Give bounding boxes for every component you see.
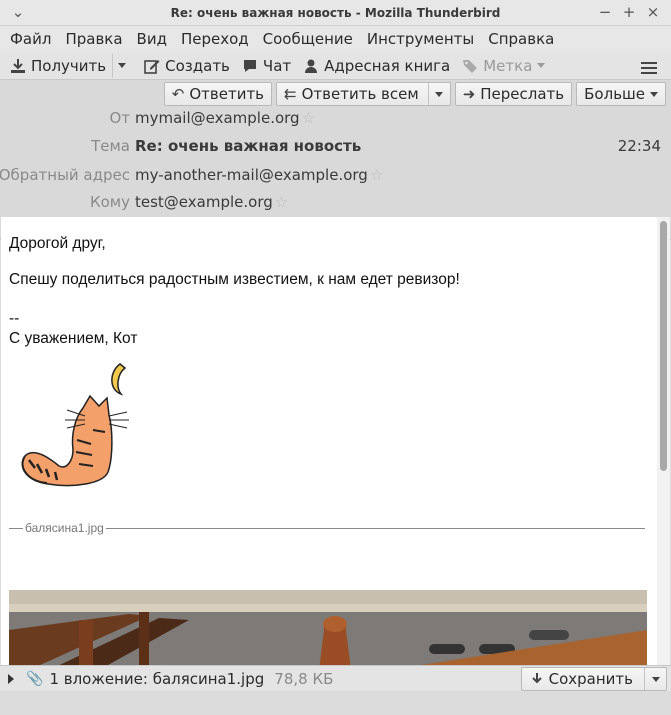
more-button[interactable]: Больше — [576, 82, 666, 106]
to-value[interactable]: test@example.org — [135, 193, 273, 211]
star-icon[interactable]: ☆ — [275, 193, 288, 211]
reply-all-arrow-icon: ⇇ — [284, 85, 297, 103]
more-label: Больше — [584, 85, 645, 103]
subject-label: Тема — [91, 137, 130, 155]
message-body[interactable]: Дорогой друг, Спешу поделиться радостным… — [1, 217, 657, 665]
tag-icon — [463, 59, 478, 73]
from-address[interactable]: mymail@example.org ☆ — [135, 109, 315, 127]
attachment-summary[interactable]: 1 вложение: балясина1.jpg — [49, 670, 264, 688]
chevron-down-icon — [651, 676, 660, 682]
message-header: ↶ Ответить ⇇ Ответить всем ➜ Переслать Б… — [0, 80, 671, 240]
forward-arrow-icon: ➜ — [462, 85, 476, 103]
main-toolbar: Получить Создать Чат Адресная книга Метк… — [0, 52, 671, 80]
pencil-icon — [144, 59, 160, 74]
forward-button[interactable]: ➜ Переслать — [454, 82, 573, 106]
menu-edit[interactable]: Правка — [58, 30, 129, 48]
save-dropdown[interactable] — [644, 668, 666, 690]
reply-to-label: Обратный адрес — [0, 166, 130, 184]
compose-button[interactable]: Создать — [138, 54, 236, 78]
tag-button[interactable]: Метка — [456, 54, 551, 78]
chat-label: Чат — [262, 56, 292, 75]
window-controls: − + × — [593, 3, 665, 21]
chat-bubble-icon — [243, 59, 256, 72]
greeting-text: Дорогой друг, — [9, 235, 106, 252]
body-text: Спешу поделиться радостным известием, к … — [9, 271, 460, 288]
reply-all-button[interactable]: ⇇ Ответить всем — [276, 82, 451, 106]
attachment-size: 78,8 КБ — [274, 669, 334, 688]
download-icon — [531, 673, 542, 684]
attachment-image[interactable] — [9, 590, 647, 665]
vertical-scrollbar[interactable] — [657, 217, 670, 665]
person-icon — [305, 59, 318, 73]
reply-to-value[interactable]: my-another-mail@example.org — [135, 166, 368, 184]
reply-button[interactable]: ↶ Ответить — [163, 82, 273, 106]
chevron-down-icon — [650, 91, 658, 97]
reply-all-dropdown[interactable] — [427, 83, 443, 105]
from-row: От mymail@example.org ☆ — [0, 109, 671, 131]
menu-view[interactable]: Вид — [130, 30, 174, 48]
to-row: Кому test@example.org ☆ — [0, 193, 671, 215]
menu-go[interactable]: Переход — [174, 30, 256, 48]
attachment-divider: балясина1.jpg — [9, 521, 645, 535]
attachment-bar: 📎 1 вложение: балясина1.jpg 78,8 КБ Сохр… — [0, 665, 671, 691]
menu-help[interactable]: Справка — [481, 30, 561, 48]
window-menu-icon[interactable]: ⌄ — [6, 3, 30, 21]
window-title: Re: очень важная новость - Mozilla Thund… — [170, 5, 501, 20]
get-messages-button[interactable]: Получить — [4, 54, 112, 78]
forward-label: Переслать — [480, 85, 565, 103]
reply-label: Ответить — [189, 85, 265, 103]
window-menu[interactable]: ⌄ — [6, 3, 30, 21]
scrollbar-thumb[interactable] — [660, 221, 667, 471]
expand-triangle-icon[interactable] — [8, 673, 14, 684]
close-button[interactable]: × — [641, 3, 665, 21]
app-menu-hamburger-icon[interactable] — [641, 59, 657, 77]
cat-moon-illustration — [21, 363, 129, 487]
reply-all-label: Ответить всем — [301, 85, 419, 103]
message-time: 22:34 — [617, 137, 661, 155]
to-address[interactable]: test@example.org ☆ — [135, 193, 288, 211]
to-label: Кому — [89, 193, 130, 211]
from-value[interactable]: mymail@example.org — [135, 109, 300, 127]
download-icon — [11, 58, 25, 73]
compose-label: Создать — [165, 56, 230, 75]
save-attachment-button[interactable]: Сохранить — [520, 667, 667, 691]
reply-arrow-icon: ↶ — [171, 85, 185, 103]
message-actions: ↶ Ответить ⇇ Ответить всем ➜ Переслать Б… — [163, 82, 666, 106]
chevron-down-icon — [117, 63, 126, 68]
reply-to-row: Обратный адрес my-another-mail@example.o… — [0, 166, 671, 188]
subject-value: Re: очень важная новость — [135, 137, 362, 155]
star-icon[interactable]: ☆ — [302, 109, 315, 127]
chat-button[interactable]: Чат — [236, 54, 297, 78]
get-messages-dropdown[interactable] — [112, 53, 130, 78]
title-bar: ⌄ Re: очень важная новость - Mozilla Thu… — [0, 0, 671, 26]
get-messages-label: Получить — [31, 56, 107, 75]
maximize-button[interactable]: + — [617, 3, 641, 21]
address-book-button[interactable]: Адресная книга — [297, 54, 456, 78]
reply-to-address[interactable]: my-another-mail@example.org ☆ — [135, 166, 383, 184]
menu-file[interactable]: Файл — [3, 30, 58, 48]
star-icon[interactable]: ☆ — [370, 166, 383, 184]
minimize-button[interactable]: − — [593, 3, 617, 21]
attachment-divider-name: балясина1.jpg — [23, 521, 106, 535]
menu-tools[interactable]: Инструменты — [360, 30, 481, 48]
menu-message[interactable]: Сообщение — [256, 30, 360, 48]
chevron-down-icon — [537, 63, 546, 68]
signature-separator: -- — [9, 310, 20, 327]
signature-text: С уважением, Кот — [9, 330, 138, 347]
address-book-label: Адресная книга — [324, 56, 451, 75]
menu-bar: Файл Правка Вид Переход Сообщение Инстру… — [0, 26, 671, 52]
status-bar — [0, 691, 671, 715]
subject-row: Тема Re: очень важная новость 22:34 — [0, 137, 671, 159]
save-label: Сохранить — [548, 670, 633, 688]
chevron-down-icon — [434, 91, 443, 97]
tag-label: Метка — [483, 56, 533, 75]
from-label: От — [109, 109, 130, 127]
paperclip-icon: 📎 — [26, 670, 44, 687]
